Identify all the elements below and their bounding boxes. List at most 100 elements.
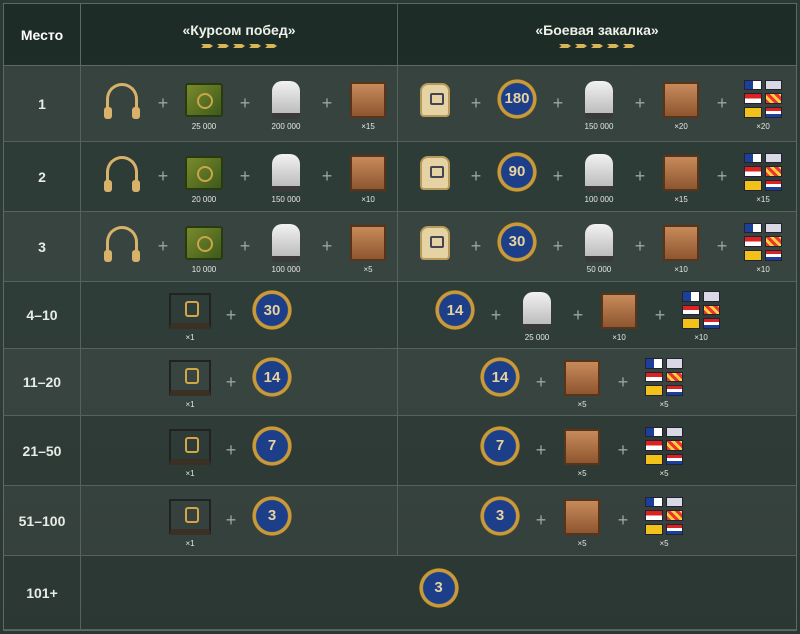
coal-sack-icon: [515, 288, 559, 332]
supply-crate-icon: [659, 150, 703, 194]
table-row: 21–50 ×1 +7 7 + ×5 + ×5: [4, 416, 796, 486]
reward-cell-boevaya-zakalka: +180 +150 000 + ×20 + ×20: [409, 66, 789, 141]
reward-quantity: 25 000: [524, 333, 550, 342]
signal-flags-icon: [679, 288, 723, 332]
reward-quantity: ×5: [577, 400, 587, 409]
reward-cell-boevaya-zakalka: 14 + ×5 + ×5: [474, 349, 690, 415]
column-divider: [397, 349, 398, 415]
place-cell: 101+: [4, 556, 81, 629]
container-icon: [168, 355, 212, 399]
column-title: «Боевая закалка»: [535, 22, 659, 38]
reward-item: ×15: [737, 150, 789, 204]
plus-icon: +: [716, 236, 728, 256]
plus-icon: +: [157, 93, 169, 113]
medal-number: 30: [252, 290, 292, 330]
reward-quantity: ×5: [577, 538, 587, 548]
reward-quantity: ×15: [674, 194, 688, 204]
signal-flags-icon: [642, 424, 686, 468]
column-divider: [397, 142, 398, 211]
supply-crate-icon: [560, 424, 604, 468]
column-header-kursom-pobed: «Курсом побед»: [81, 4, 397, 66]
plus-icon: +: [535, 371, 547, 392]
table-row: 1 +25 000 +200 000 + ×15 +180 +150 000 + ×20 + ×20: [4, 66, 796, 142]
plus-icon: +: [490, 304, 502, 325]
credits-safe-icon: [182, 77, 226, 121]
medal-icon: 30: [495, 220, 539, 264]
reward-item: ×10: [737, 220, 789, 274]
reward-item: ×5: [556, 424, 608, 478]
plus-icon: +: [535, 510, 547, 530]
plus-icon: +: [716, 93, 728, 113]
medal-number: 90: [497, 151, 537, 192]
reward-item: 10 000: [178, 220, 230, 274]
plus-icon: +: [321, 93, 333, 113]
reward-item: 25 000: [178, 77, 230, 131]
medal-number: 14: [252, 357, 292, 397]
reward-quantity: ×10: [694, 333, 708, 342]
signal-flags-icon: [741, 220, 785, 264]
credits-safe-icon: [182, 150, 226, 194]
medal-number: 180: [497, 78, 537, 119]
reward-item: ×20: [655, 77, 707, 131]
medal-number: 30: [497, 221, 537, 262]
column-divider: [397, 66, 398, 141]
reward-item: 25 000: [511, 288, 563, 342]
supply-crate-icon: [346, 150, 390, 194]
headset-icon: [100, 220, 144, 264]
backpack-icon: [413, 150, 457, 194]
reward-quantity: 25 000: [191, 121, 217, 131]
rank-arrows-icon: [559, 44, 635, 48]
reward-item: [409, 220, 461, 274]
reward-item: 20 000: [178, 150, 230, 204]
reward-item: ×10: [675, 288, 727, 342]
medal-number: 14: [435, 290, 475, 330]
reward-quantity: ×10: [361, 194, 375, 204]
reward-quantity: 20 000: [191, 194, 217, 204]
reward-cell-kursom-pobed: ×1 +7: [164, 416, 298, 485]
plus-icon: +: [552, 93, 564, 113]
supply-crate-icon: [560, 494, 604, 538]
medal-icon: 14: [250, 355, 294, 399]
reward-quantity: ×1: [185, 538, 195, 548]
supply-crate-icon: [659, 77, 703, 121]
container-icon: [168, 494, 212, 538]
place-cell: 11–20: [4, 349, 81, 415]
signal-flags-icon: [741, 150, 785, 194]
reward-cell-kursom-pobed: ×1 +3: [164, 486, 298, 555]
reward-item: ×5: [638, 355, 690, 409]
plus-icon: +: [654, 304, 666, 325]
medal-icon: 3: [478, 494, 522, 538]
medal-number: 3: [480, 495, 520, 536]
reward-item: ×5: [556, 494, 608, 548]
column-title: «Курсом побед»: [182, 22, 296, 38]
backpack-icon: [413, 77, 457, 121]
reward-quantity: ×5: [659, 468, 669, 478]
signal-flags-icon: [642, 494, 686, 538]
coal-sack-icon: [264, 150, 308, 194]
reward-item: [96, 220, 148, 274]
reward-item: 100 000: [573, 150, 625, 204]
medal-icon: 30: [250, 288, 294, 332]
reward-item: ×20: [737, 77, 789, 131]
medal-icon: 180: [495, 77, 539, 121]
reward-quantity: ×10: [612, 333, 626, 342]
reward-item: ×5: [556, 355, 608, 409]
coal-sack-icon: [577, 77, 621, 121]
container-icon: [168, 288, 212, 332]
reward-item: 150 000: [573, 77, 625, 131]
reward-cell-boevaya-zakalka: 3 + ×5 + ×5: [474, 486, 690, 555]
reward-item: 7: [246, 424, 298, 478]
reward-quantity: ×5: [363, 264, 373, 274]
table-row: 4–10 ×1 +30 14 +25 000 + ×10 + ×10: [4, 282, 796, 349]
credits-safe-icon: [182, 220, 226, 264]
place-cell: 1: [4, 66, 81, 141]
plus-icon: +: [535, 440, 547, 460]
reward-cell-boevaya-zakalka: 14 +25 000 + ×10 + ×10: [429, 282, 727, 348]
plus-icon: +: [470, 166, 482, 186]
reward-item: ×10: [593, 288, 645, 342]
reward-quantity: 50 000: [586, 264, 612, 274]
reward-quantity: ×1: [185, 333, 195, 342]
coal-sack-icon: [264, 220, 308, 264]
plus-icon: +: [225, 440, 237, 460]
medal-number: 3: [418, 567, 459, 608]
